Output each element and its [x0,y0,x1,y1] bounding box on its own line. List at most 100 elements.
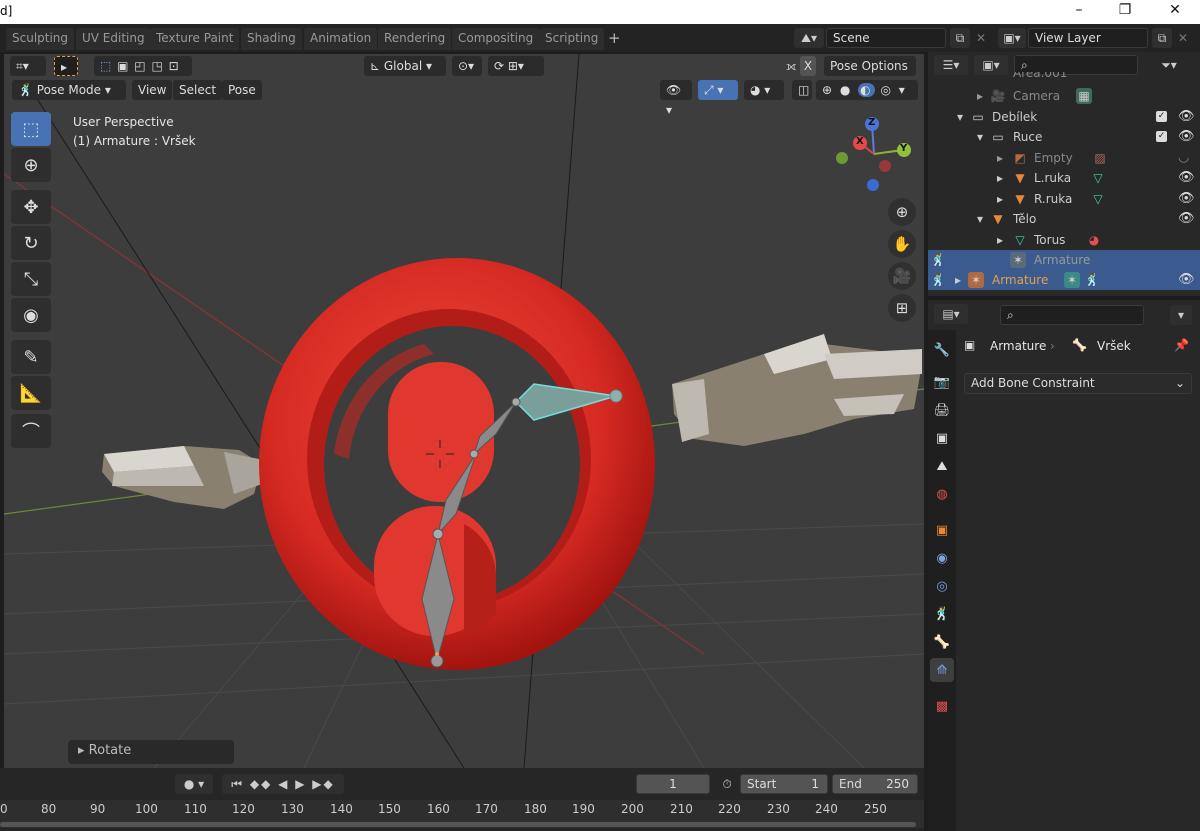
move-tool-icon[interactable]: ✥ [11,190,51,224]
scale-tool-icon[interactable]: ⤡ [11,262,51,296]
eye-icon[interactable]: 👁 [1178,272,1195,287]
menu-select[interactable]: Select [173,80,223,100]
annotate-tool-icon[interactable]: ✎ [11,340,51,374]
world-tab-icon[interactable]: ◍ [930,482,954,506]
menu-pose[interactable]: Pose [222,80,262,100]
pan-hand-icon[interactable]: ✋ [888,230,916,258]
view-layer-icon[interactable]: ▣▾ [998,28,1026,48]
bone-tab-icon[interactable]: 🦴 [930,630,954,654]
expand-icon[interactable]: ▸ [992,150,1008,166]
camera-view-icon[interactable]: 🎥 [888,262,916,290]
visibility-icon[interactable]: 👁▾ [660,80,692,117]
object-tab-icon[interactable]: ▣ [930,518,954,542]
last-operator-panel[interactable]: ▸ Rotate [68,740,234,764]
expand-icon[interactable]: ▸ [950,272,966,288]
mirror-icon[interactable]: ⟗ [780,56,798,76]
select-mode-icons[interactable]: ⬚ ▣ ◰ ◳ ⊡ [94,56,192,76]
outliner-row[interactable]: ▾ ▼ Tělo 👁 [928,209,1200,229]
scene-field[interactable]: Scene [826,28,946,48]
gizmo-toggle-icon[interactable]: ⤢ ▾ [698,80,738,100]
physics-tab-icon[interactable]: ◎ [930,574,954,598]
end-frame-field[interactable]: End 250 [832,774,918,794]
current-frame-field[interactable]: 1 [636,774,710,794]
breakdowner-tool-icon[interactable]: ⌒ [11,414,51,448]
tab-sculpting[interactable]: Sculpting [6,28,75,50]
record-button[interactable]: ● ▾ [175,774,213,794]
tab-shading[interactable]: Shading [241,28,302,50]
tab-compositing[interactable]: Compositing [452,28,540,50]
editor-type-icon[interactable]: ⌗▾ [10,56,46,76]
outliner-row[interactable]: ▾ ▭ Ruce ✓ 👁 [928,127,1200,147]
remove-view-layer-icon[interactable]: ✕ [1174,28,1192,48]
properties-editor-type-icon[interactable]: ▤▾ [934,304,968,324]
new-scene-icon[interactable]: ⧉ [950,28,970,48]
outliner-row[interactable]: ▸ ▽ Torus ◕ [928,230,1200,250]
expand-icon[interactable]: ▸ [992,191,1008,207]
outliner-row[interactable]: ▸ ◩ Empty ▨ ◡ [928,148,1200,168]
remove-scene-icon[interactable]: ✕ [972,28,990,48]
eye-icon[interactable]: 👁 [1178,170,1195,185]
collapse-icon[interactable]: ▾ [952,109,968,125]
scene-selector-icon[interactable]: ⛰▾ [794,28,824,48]
scene-tab-icon[interactable]: ⛰ [930,454,954,478]
restore-button[interactable]: ❐ [1110,2,1140,18]
timeline-ruler[interactable]: 0 80 90 100 110 120 130 140 150 160 170 … [0,800,924,828]
menu-view[interactable]: View [132,80,173,100]
minimize-button[interactable]: – [1064,2,1094,18]
texture-tab-icon[interactable]: ▩ [930,694,954,718]
start-frame-field[interactable]: Start 1 [740,774,828,794]
pin-icon[interactable]: 📌 [1174,338,1189,352]
pose-options-dropdown[interactable]: Pose Options ▾ [824,56,916,93]
rotate-tool-icon[interactable]: ↻ [11,226,51,260]
outliner-row[interactable]: ▾ ▭ Debílek ✓ 👁 [928,107,1200,127]
tab-texture-paint[interactable]: Texture Paint [150,28,240,50]
render-tab-icon[interactable]: 📷 [930,370,954,394]
close-button[interactable]: ✕ [1160,2,1190,18]
navigation-gizmo[interactable] [836,117,911,191]
transform-orientation-dropdown[interactable]: ⊾ Global ▾ [364,56,446,76]
select-box-tool-icon[interactable]: ⬚ [11,112,51,146]
modifier-tab-icon[interactable]: ◉ [930,546,954,570]
snap-icon[interactable]: ⟳ ⊞▾ [488,56,544,76]
add-bone-constraint-dropdown[interactable]: Add Bone Constraint ⌄ [964,373,1192,394]
pivot-point-icon[interactable]: ⊙▾ [452,56,482,76]
properties-search-input[interactable]: ⌕ [1000,305,1144,325]
output-tab-icon[interactable]: 🖨 [930,398,954,422]
eye-icon[interactable]: 👁 [1178,211,1195,226]
cursor-tool-icon[interactable]: ⊕ [11,148,51,182]
transform-tool-icon[interactable]: ◉ [11,298,51,332]
measure-tool-icon[interactable]: 📐 [11,376,51,410]
outliner-row[interactable]: 🕺 ▸ ✶ Armature ✶ 🕺 👁 [928,270,1200,290]
outliner-row[interactable]: Area.001 [928,72,1200,84]
tab-uv-editing[interactable]: UV Editing [76,28,151,50]
eye-closed-icon[interactable]: ◡ [1178,150,1189,165]
outliner-row[interactable]: ▸ ▼ R.ruka ▽ 👁 [928,189,1200,209]
tab-animation[interactable]: Animation [304,28,378,50]
x-mirror-toggle[interactable]: X [800,56,816,76]
bone-constraint-tab-icon[interactable]: ⟰ [930,658,954,682]
properties-options-icon[interactable]: ▾ [1170,305,1192,325]
tab-scripting[interactable]: Scripting [539,28,605,50]
ortho-grid-icon[interactable]: ⊞ [888,294,916,322]
expand-icon[interactable]: ▸ [972,88,988,104]
view-layer-field[interactable]: View Layer [1028,28,1148,48]
new-view-layer-icon[interactable]: ⧉ [1152,28,1172,48]
expand-icon[interactable]: ▸ [992,232,1008,248]
collapse-icon[interactable]: ▾ [972,129,988,145]
outliner-row[interactable]: ▸ ▼ L.ruka ▽ 👁 [928,168,1200,188]
collapse-icon[interactable]: ▾ [972,211,988,227]
overlay-toggle-icon[interactable]: ◕ ▾ [744,80,784,100]
outliner-row[interactable]: 🕺 ✶ Armature [928,250,1200,270]
eye-icon[interactable]: 👁 [1178,129,1195,144]
tool-tab-icon[interactable]: 🔧 [930,338,954,362]
exclude-checkbox[interactable]: ✓ [1156,131,1167,142]
timeline-scrollbar[interactable] [0,822,916,827]
select-tool-icon[interactable]: ▸ [54,56,78,76]
clock-icon[interactable]: ⏱ [716,774,738,794]
xray-icon[interactable]: ◫ [792,80,812,100]
shading-mode-icons[interactable]: ⊕ ● ◐ ◎ ▾ [816,80,918,100]
expand-icon[interactable]: ▸ [992,170,1008,186]
3d-viewport[interactable]: Z Y X ⌗▾ ▸ ⬚ ▣ ◰ ◳ ⊡ ⊾ Global ▾ ⊙▾ ⟳ ⊞▾ … [4,54,924,768]
view-layer-tab-icon[interactable]: ▣ [930,426,954,450]
outliner-row[interactable]: ▸ 🎥 Camera ▦ [928,86,1200,106]
